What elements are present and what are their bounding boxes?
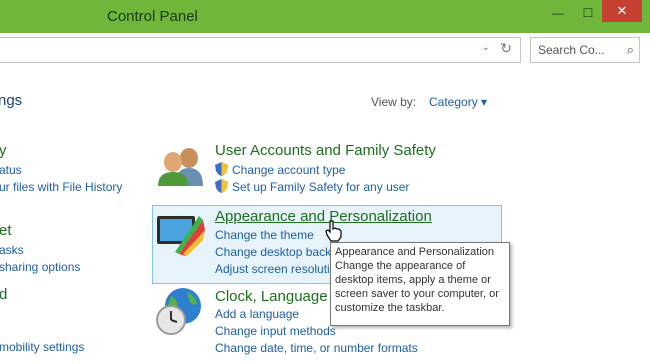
left-link-1a[interactable]: atus	[0, 163, 22, 177]
close-button[interactable]: ✕	[602, 0, 642, 22]
left-link-3a[interactable]: mobility settings	[0, 340, 84, 354]
shield-icon	[215, 179, 228, 193]
shield-icon	[215, 162, 228, 176]
users-icon	[158, 148, 203, 186]
tooltip-title: Appearance and Personalization	[335, 246, 495, 258]
left-category-title-3[interactable]: d	[0, 286, 7, 303]
link-family-safety[interactable]: Set up Family Safety for any user	[232, 180, 409, 194]
link-change-desktop-background[interactable]: Change desktop back	[215, 245, 331, 259]
maximize-button[interactable]: ☐	[576, 3, 600, 23]
category-title-appearance[interactable]: Appearance and Personalization	[215, 208, 432, 225]
search-placeholder: Search Co...	[538, 43, 605, 57]
tooltip-body: Change the appearance of desktop items, …	[335, 260, 499, 314]
view-by-label: View by:	[371, 95, 417, 109]
search-input[interactable]: Search Co... ⌕	[530, 37, 640, 63]
title-bar: Control Panel — ☐ ✕	[0, 0, 650, 33]
link-change-account-type[interactable]: Change account type	[232, 163, 345, 177]
link-change-theme[interactable]: Change the theme	[215, 228, 314, 242]
left-category-title-1[interactable]: y	[0, 142, 7, 159]
appearance-icon	[157, 216, 205, 256]
left-link-2a[interactable]: asks	[0, 243, 24, 257]
link-add-language[interactable]: Add a language	[215, 307, 299, 321]
left-link-2b[interactable]: sharing options	[0, 260, 80, 274]
link-adjust-screen-resolution[interactable]: Adjust screen resoluti	[215, 262, 330, 276]
minimize-button[interactable]: —	[546, 3, 570, 23]
left-category-title-2[interactable]: et	[0, 222, 12, 239]
hand-cursor-icon	[325, 220, 342, 242]
chevron-down-icon[interactable]: ⌄	[482, 42, 490, 53]
tooltip: Appearance and Personalization Change th…	[330, 242, 510, 326]
search-icon[interactable]: ⌕	[627, 42, 634, 58]
link-change-input-methods[interactable]: Change input methods	[215, 324, 336, 338]
left-link-1b[interactable]: ur files with File History	[0, 180, 122, 194]
view-by-dropdown[interactable]: Category ▾	[429, 95, 487, 109]
category-title-clock-language[interactable]: Clock, Language	[215, 288, 328, 305]
page-title: ngs	[0, 92, 23, 109]
refresh-icon[interactable]: ↻	[500, 40, 512, 57]
clock-globe-icon	[156, 288, 201, 335]
address-bar[interactable]: ⌄ ↻	[0, 37, 521, 63]
link-change-date-time[interactable]: Change date, time, or number formats	[215, 341, 418, 355]
category-title-user-accounts[interactable]: User Accounts and Family Safety	[215, 142, 436, 159]
window-title: Control Panel	[107, 8, 198, 25]
